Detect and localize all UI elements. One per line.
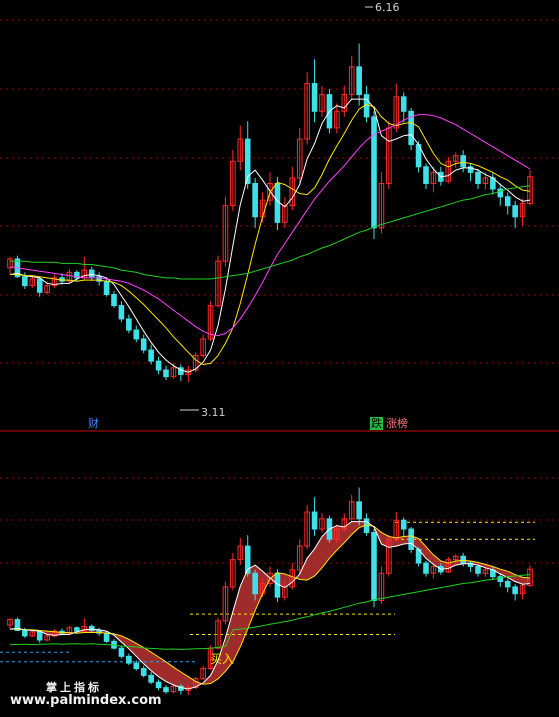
price-candle	[155, 360, 162, 371]
price-candle	[148, 349, 154, 362]
ribbon-band	[10, 521, 530, 689]
low-price-label: 3.11	[201, 406, 226, 419]
price-candle	[497, 188, 504, 198]
indicator-candle	[400, 519, 407, 530]
indicator-candle	[252, 572, 258, 595]
indicator-candle	[163, 687, 169, 693]
price-candle	[311, 83, 318, 112]
price-candle	[111, 294, 117, 307]
indicator-candle	[36, 631, 43, 641]
indicator-candle	[512, 586, 518, 595]
price-candle	[475, 171, 481, 184]
indicator-candle	[148, 674, 154, 683]
price-candle	[504, 196, 511, 207]
reference-levels	[0, 521, 535, 663]
marker-zhangbang[interactable]: 涨榜	[386, 417, 408, 430]
price-candle	[36, 278, 43, 293]
indicator-candle	[140, 668, 147, 676]
indicator-candle	[460, 555, 466, 564]
indicator-candle	[408, 528, 414, 550]
price-candle	[88, 269, 95, 278]
indicator-candle	[504, 580, 511, 588]
price-candle	[126, 318, 132, 331]
indicator-lines	[9, 521, 531, 690]
indicator-candle	[155, 681, 162, 689]
price-candle	[22, 276, 28, 287]
price-candle	[512, 205, 518, 218]
indicator-candles	[7, 487, 533, 696]
indicator-line-yellow	[10, 524, 531, 685]
indicator-candle	[356, 501, 362, 520]
indicator-candle	[118, 647, 125, 657]
indicator-line-white	[9, 521, 531, 690]
indicator-candle	[103, 632, 110, 642]
indicator-candle	[423, 562, 429, 574]
price-candle	[423, 166, 429, 184]
indicator-candle	[311, 511, 318, 530]
indicator-candle	[74, 627, 80, 632]
chart-stage: { "annotations": { "high_price": "6.16",…	[0, 0, 559, 717]
indicator-candle	[126, 655, 132, 664]
ma-line-ma10	[10, 104, 531, 366]
ma-line-ma5	[9, 98, 531, 373]
price-candle	[103, 280, 110, 296]
stock-chart	[0, 6, 559, 696]
price-candle	[356, 66, 362, 96]
indicator-candle	[22, 629, 28, 637]
indicator-candle	[133, 662, 140, 670]
price-candle	[140, 338, 147, 351]
price-candles	[7, 43, 533, 383]
price-candle	[460, 155, 466, 168]
moving-averages	[9, 98, 531, 373]
buy-signal-label: 买入	[210, 652, 235, 666]
high-price-label: 6.16	[375, 1, 400, 14]
marker-cai[interactable]: 财	[88, 417, 99, 430]
price-candle	[400, 96, 407, 112]
indicator-ribbon	[10, 521, 530, 689]
price-candle	[118, 305, 125, 320]
indicator-candle	[475, 565, 481, 574]
indicator-candle	[88, 625, 95, 631]
price-candle	[252, 182, 258, 218]
price-candle	[133, 329, 140, 340]
ma-line-ma20	[9, 114, 531, 337]
grid-lines	[0, 19, 559, 564]
marker-die[interactable]: 跌	[370, 417, 383, 430]
price-candle	[163, 369, 169, 378]
indicator-candle	[371, 531, 377, 602]
watermark-url: www.palmindex.com	[10, 693, 162, 708]
